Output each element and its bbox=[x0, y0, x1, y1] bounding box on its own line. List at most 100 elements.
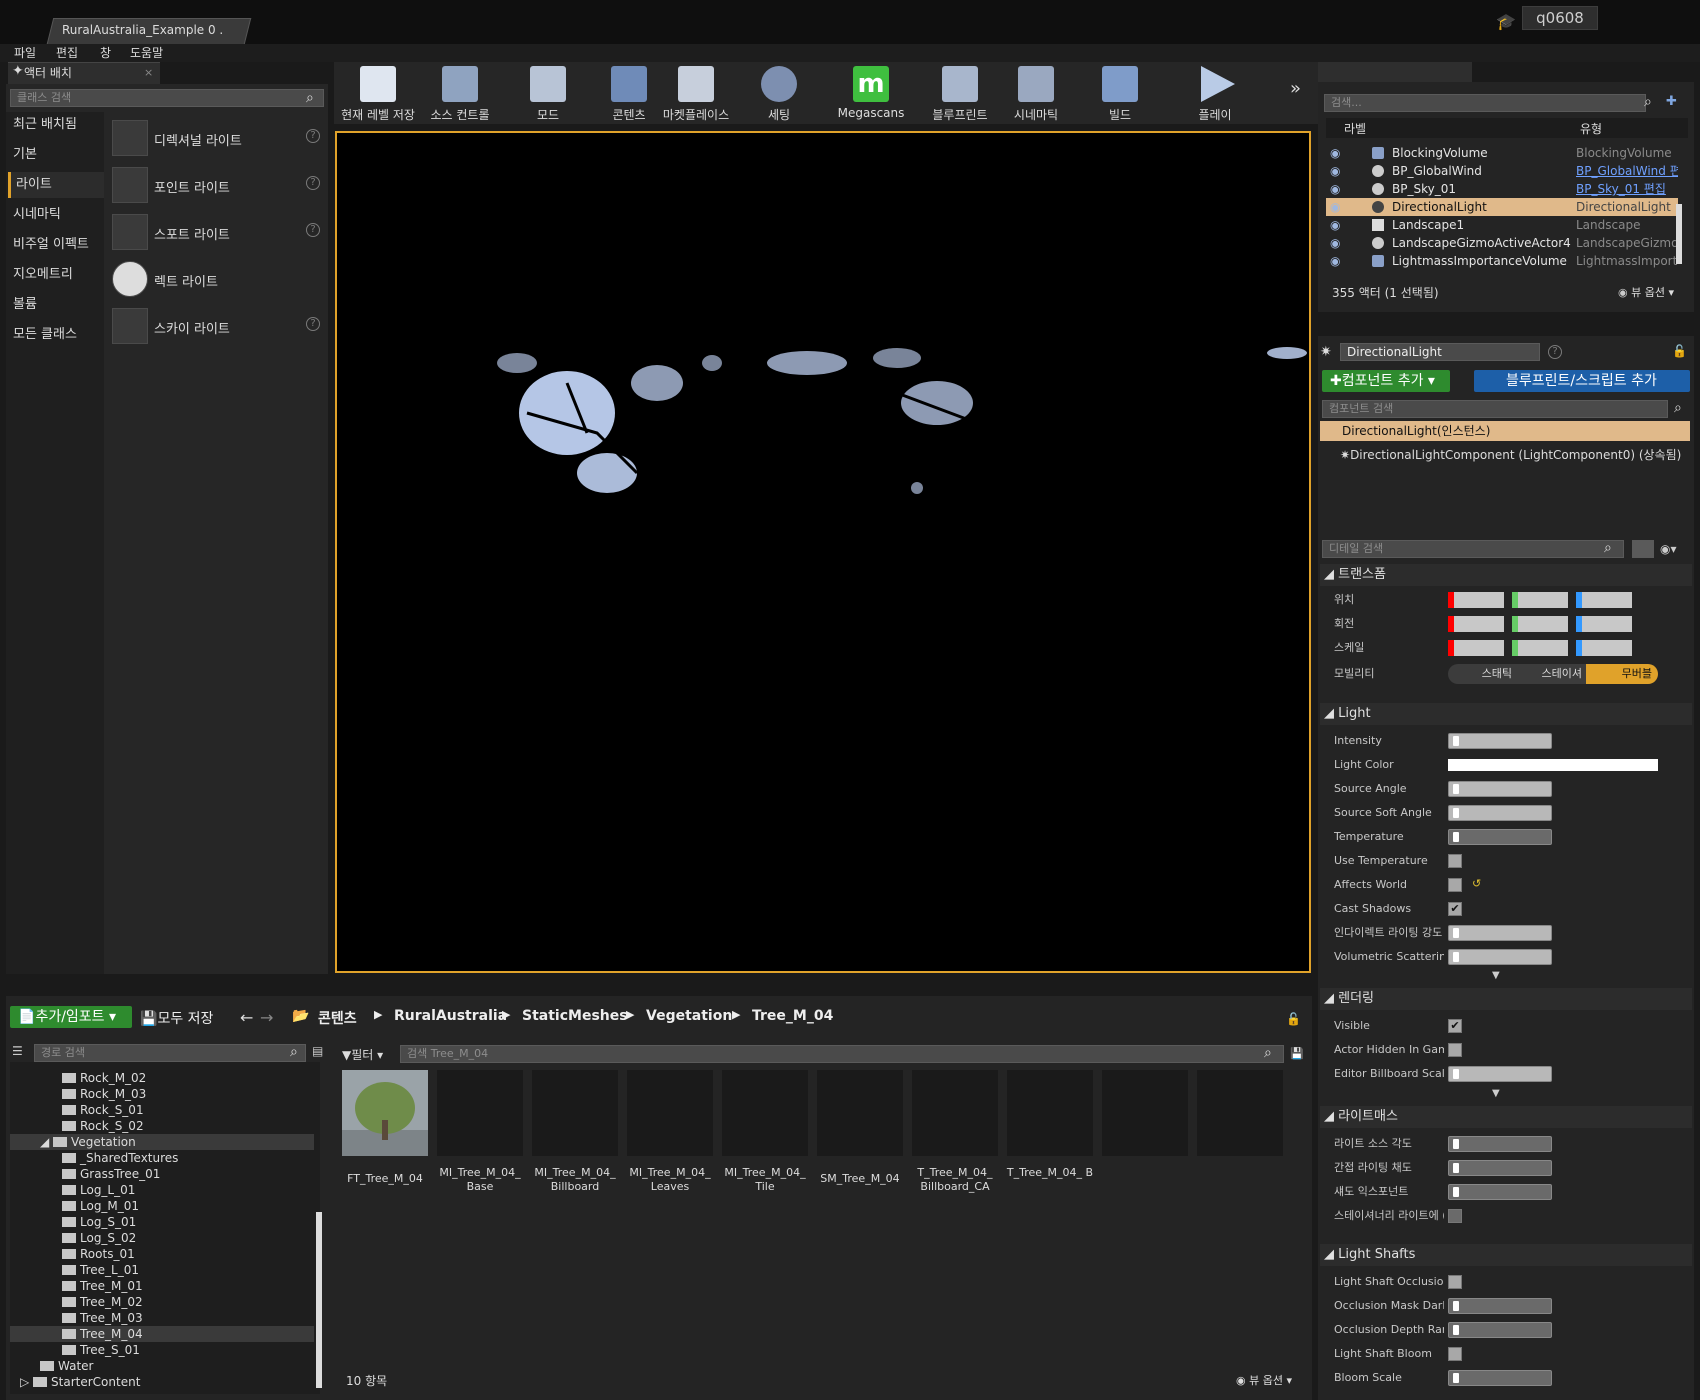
category-all-classes[interactable]: 모든 클래스 bbox=[8, 322, 104, 348]
scale-z-field[interactable] bbox=[1576, 640, 1632, 656]
tree-scrollbar[interactable] bbox=[316, 1212, 322, 1388]
tree-folder-vegetation[interactable]: ◢ Vegetation bbox=[40, 1134, 136, 1150]
outliner-row-selected[interactable]: ◉ DirectionalLight DirectionalLight bbox=[1326, 198, 1678, 216]
eye-icon[interactable]: ◉ bbox=[1330, 216, 1340, 234]
menu-file[interactable]: 파일 bbox=[14, 44, 36, 62]
tree-folder[interactable]: Log_M_01 bbox=[62, 1198, 139, 1214]
add-component-button[interactable]: ✚컴포넌트 추가 ▾ bbox=[1322, 370, 1450, 392]
menu-edit[interactable]: 편집 bbox=[56, 44, 78, 62]
help-icon[interactable]: ? bbox=[306, 176, 320, 190]
tree-folder[interactable]: Rock_S_01 bbox=[62, 1102, 144, 1118]
modes-button[interactable]: 모드 bbox=[510, 62, 586, 124]
breadcrumb-vegetation[interactable]: Vegetation bbox=[646, 1008, 732, 1024]
column-type[interactable]: 유형 bbox=[1580, 120, 1602, 137]
cast-shadows-checkbox[interactable]: ✔ bbox=[1448, 902, 1462, 916]
search-icon[interactable]: ⌕ bbox=[1644, 94, 1652, 110]
outliner-scrollbar[interactable] bbox=[1676, 204, 1682, 264]
asset-thumbnail[interactable] bbox=[912, 1070, 998, 1156]
save-level-button[interactable]: 현재 레벨 저장 bbox=[338, 62, 418, 124]
mobility-static[interactable]: 스태틱 bbox=[1448, 664, 1518, 684]
chevron-right-icon[interactable]: ▶ bbox=[626, 1008, 634, 1021]
eye-icon[interactable]: ◉ bbox=[1330, 252, 1340, 270]
category-recent[interactable]: 최근 배치됨 bbox=[8, 112, 104, 138]
lock-icon[interactable]: 🔓 bbox=[1286, 1012, 1301, 1026]
source-soft-angle-slider[interactable] bbox=[1448, 805, 1552, 821]
outliner-row[interactable]: ◉ BP_GlobalWind BP_GlobalWind 편 bbox=[1326, 162, 1678, 180]
affects-world-checkbox[interactable] bbox=[1448, 878, 1462, 892]
blueprints-button[interactable]: 블루프린트 bbox=[924, 62, 996, 124]
asset-thumbnail[interactable] bbox=[722, 1070, 808, 1156]
search-icon[interactable]: ⌕ bbox=[1264, 1045, 1272, 1061]
component-instance-row[interactable]: DirectionalLight(인스턴스) bbox=[1320, 421, 1690, 441]
asset-thumbnail[interactable] bbox=[627, 1070, 713, 1156]
eye-icon[interactable]: ◉ bbox=[1330, 162, 1340, 180]
shaft-bloom-checkbox[interactable] bbox=[1448, 1347, 1462, 1361]
category-geometry[interactable]: 지오메트리 bbox=[8, 262, 104, 288]
actor-hidden-checkbox[interactable] bbox=[1448, 1043, 1462, 1057]
scale-y-field[interactable] bbox=[1512, 640, 1568, 656]
category-basic[interactable]: 기본 bbox=[8, 142, 104, 168]
filter-button[interactable]: ▼필터 ▾ bbox=[342, 1046, 383, 1063]
light-color-swatch[interactable] bbox=[1448, 759, 1658, 771]
megascans-button[interactable]: m Megascans bbox=[830, 62, 912, 124]
category-lights[interactable]: 라이트 bbox=[8, 172, 104, 198]
tree-folder[interactable]: Tree_S_01 bbox=[62, 1342, 140, 1358]
forward-arrow-icon[interactable]: → bbox=[260, 1008, 273, 1027]
category-volumes[interactable]: 볼륨 bbox=[8, 292, 104, 318]
breadcrumb-content[interactable]: 콘텐츠 bbox=[318, 1008, 357, 1028]
toolbar-overflow-icon[interactable]: » bbox=[1290, 78, 1301, 99]
light-item-point[interactable]: 포인트 라이트 ? bbox=[110, 163, 324, 207]
eye-icon[interactable]: ◉ bbox=[1330, 234, 1340, 252]
location-x-field[interactable] bbox=[1448, 592, 1504, 608]
scale-x-field[interactable] bbox=[1448, 640, 1504, 656]
tree-folder[interactable]: Log_S_01 bbox=[62, 1214, 136, 1230]
sources-toggle-icon[interactable]: ☰ bbox=[12, 1044, 23, 1058]
category-visual-effects[interactable]: 비주얼 이펙트 bbox=[8, 232, 104, 258]
outliner-row[interactable]: ◉ BP_Sky_01 BP_Sky_01 편집 bbox=[1326, 180, 1678, 198]
eye-icon[interactable]: ◉▾ bbox=[1660, 542, 1677, 556]
tree-folder[interactable]: GrassTree_01 bbox=[62, 1166, 160, 1182]
close-icon[interactable]: × bbox=[144, 66, 153, 79]
asset-search-input[interactable]: 검색 Tree_M_04 bbox=[400, 1045, 1284, 1063]
breadcrumb-ruralaustralia[interactable]: RuralAustralia bbox=[394, 1008, 507, 1024]
outliner-view-options[interactable]: ◉ 뷰 옵션 ▾ bbox=[1618, 284, 1674, 300]
asset-thumbnail[interactable] bbox=[437, 1070, 523, 1156]
section-transform[interactable]: ◢ 트랜스폼 bbox=[1320, 564, 1692, 586]
tree-folder[interactable]: Roots_01 bbox=[62, 1246, 135, 1262]
shaft-occlusion-checkbox[interactable] bbox=[1448, 1275, 1462, 1289]
source-control-button[interactable]: 소스 컨트롤 bbox=[420, 62, 500, 124]
rotation-x-field[interactable] bbox=[1448, 616, 1504, 632]
tree-folder[interactable]: Tree_M_03 bbox=[62, 1310, 143, 1326]
cinematics-button[interactable]: 시네마틱 bbox=[1000, 62, 1072, 124]
rotation-y-field[interactable] bbox=[1512, 616, 1568, 632]
visible-checkbox[interactable]: ✔ bbox=[1448, 1019, 1462, 1033]
breadcrumb-staticmeshes[interactable]: StaticMeshes bbox=[522, 1008, 628, 1024]
intensity-slider[interactable] bbox=[1448, 733, 1552, 749]
temperature-slider[interactable] bbox=[1448, 829, 1552, 845]
bloom-scale-slider[interactable] bbox=[1448, 1370, 1552, 1386]
add-import-button[interactable]: 📄추가/임포트 ▾ bbox=[10, 1006, 132, 1028]
mobility-stationary[interactable]: 스테이셔 bbox=[1518, 664, 1586, 684]
save-all-button[interactable]: 💾모두 저장 bbox=[140, 1008, 213, 1028]
light-item-rect[interactable]: 렉트 라이트 bbox=[110, 257, 324, 301]
level-viewport[interactable] bbox=[335, 131, 1311, 973]
section-rendering[interactable]: ◢ 렌더링 bbox=[1320, 988, 1692, 1010]
light-item-sky[interactable]: 스카이 라이트 ? bbox=[110, 304, 324, 348]
indirect-saturation-slider[interactable] bbox=[1448, 1160, 1552, 1176]
tree-folder[interactable]: Log_S_02 bbox=[62, 1230, 136, 1246]
tree-folder[interactable]: Tree_M_02 bbox=[62, 1294, 143, 1310]
class-search-input[interactable]: 클래스 검색 bbox=[10, 89, 324, 107]
add-blueprint-button[interactable]: 블루프린트/스크립트 추가 bbox=[1474, 370, 1690, 392]
marketplace-button[interactable]: 마켓플레이스 bbox=[658, 62, 734, 124]
reset-arrow-icon[interactable]: ↺ bbox=[1472, 877, 1481, 890]
occlusion-depth-slider[interactable] bbox=[1448, 1322, 1552, 1338]
tree-folder[interactable]: Water bbox=[40, 1358, 93, 1374]
search-icon[interactable]: ⌕ bbox=[1674, 400, 1682, 416]
tree-folder[interactable]: Tree_M_01 bbox=[62, 1278, 143, 1294]
property-matrix-icon[interactable] bbox=[1632, 540, 1654, 558]
tree-folder[interactable]: Rock_M_02 bbox=[62, 1070, 146, 1086]
outliner-row[interactable]: ◉ BlockingVolume BlockingVolume bbox=[1326, 144, 1678, 162]
tree-folder[interactable]: Log_L_01 bbox=[62, 1182, 135, 1198]
tree-folder[interactable]: Rock_S_02 bbox=[62, 1118, 144, 1134]
list-view-icon[interactable]: ▤ bbox=[312, 1044, 323, 1058]
